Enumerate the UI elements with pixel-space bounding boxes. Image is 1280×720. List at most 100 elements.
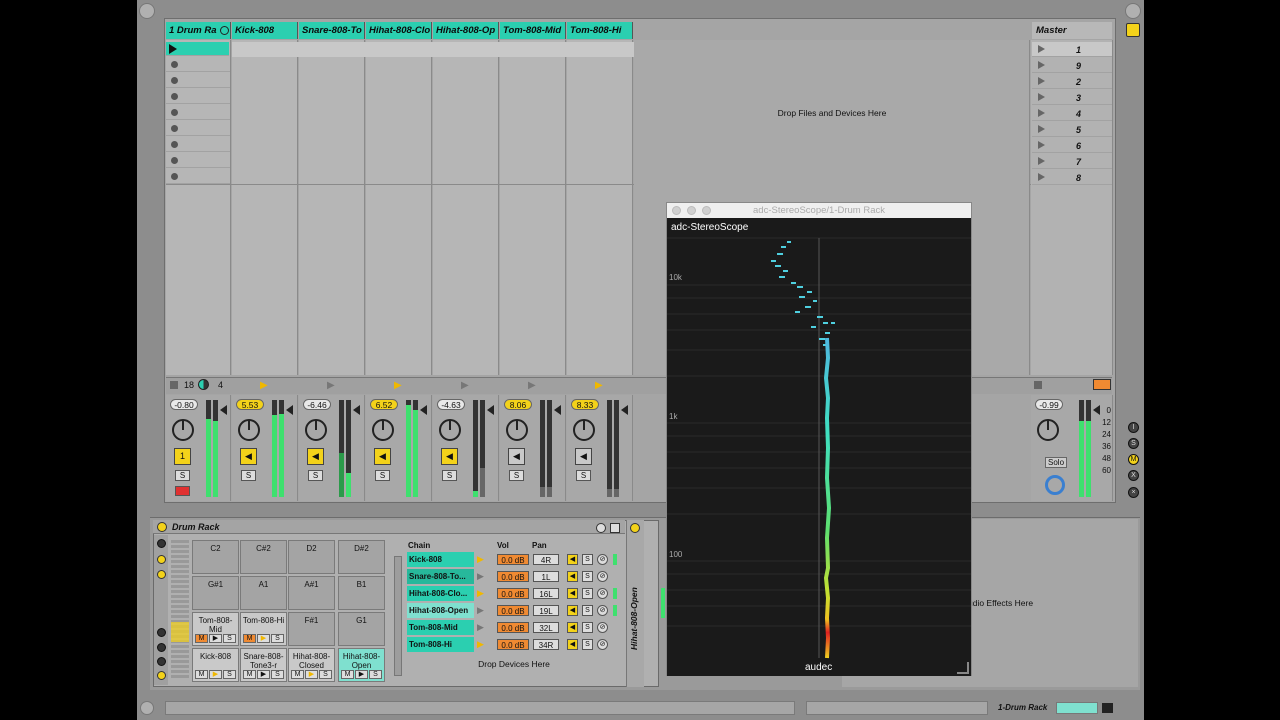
play-button[interactable]: ▶ [355, 670, 368, 679]
pan-knob[interactable] [305, 419, 327, 441]
hotswap-icon[interactable] [610, 523, 620, 533]
io-toggle-icon[interactable]: I [1128, 422, 1139, 433]
mute-button[interactable]: M [291, 670, 304, 679]
chain-hotswap-icon[interactable]: ⊘ [597, 622, 608, 633]
solo-button[interactable]: S [319, 670, 332, 679]
chain-volume[interactable]: 0.0 dB [497, 571, 529, 582]
plugin-window-titlebar[interactable]: adc-StereoScope/1-Drum Rack [667, 203, 971, 218]
chain-solo-button[interactable]: S [582, 588, 593, 599]
volume-field[interactable]: -0.80 [170, 399, 198, 410]
volume-field[interactable]: 5.53 [236, 399, 264, 410]
fold-icon[interactable] [220, 26, 229, 35]
volume-field[interactable]: 6.52 [370, 399, 398, 410]
chain-mute-icon[interactable]: ◀ [567, 605, 578, 616]
fader-handle[interactable] [621, 405, 628, 415]
send-toggle-icon[interactable]: S [1128, 438, 1139, 449]
volume-field[interactable]: -0.99 [1035, 399, 1063, 410]
clip-slot[interactable] [166, 73, 230, 88]
scene-launch[interactable]: 1 [1032, 42, 1112, 57]
return-toggle-icon[interactable]: M [1128, 454, 1139, 465]
pause-icon[interactable] [1126, 23, 1140, 37]
chain-row[interactable]: Kick-808 ▶ 0.0 dB 4R ◀ S ⊘ [407, 552, 629, 567]
detail-toggle-icon[interactable] [1102, 703, 1113, 713]
chain-name[interactable]: Tom-808-Hi [407, 637, 474, 652]
chain-play-icon[interactable]: ▶ [477, 571, 484, 582]
volume-field[interactable]: 8.33 [571, 399, 599, 410]
fader-handle[interactable] [353, 405, 360, 415]
menu-icon[interactable] [1125, 3, 1141, 19]
track-activator-button[interactable]: ◀ [240, 448, 257, 465]
solo-button[interactable]: S [375, 470, 390, 481]
scene-launch[interactable]: 3 [1032, 90, 1112, 105]
track-lane[interactable] [366, 40, 432, 375]
volume-field[interactable]: -4.63 [437, 399, 465, 410]
solo-button[interactable]: S [175, 470, 190, 481]
scene-launch[interactable]: 2 [1032, 74, 1112, 89]
record-icon[interactable] [1093, 379, 1111, 390]
play-button[interactable]: ▶ [209, 670, 222, 679]
chain-power-icon[interactable] [630, 523, 640, 533]
collapse-arrow-icon[interactable] [139, 3, 155, 19]
volume-field[interactable]: 8.06 [504, 399, 532, 410]
show-macro-icon[interactable] [157, 539, 166, 548]
selected-track-name[interactable]: 1-Drum Rack [998, 703, 1047, 712]
play-button[interactable]: ▶ [305, 670, 318, 679]
show-chains-icon[interactable] [157, 570, 166, 579]
chain-pan[interactable]: 1L [533, 571, 559, 582]
drum-pad[interactable]: Hihat-808-Open M ▶ S [338, 648, 385, 682]
fader-handle[interactable] [420, 405, 427, 415]
track-activator-button[interactable]: ◀ [374, 448, 391, 465]
chain-pan[interactable]: 32L [533, 622, 559, 633]
track-activator-button[interactable]: 1 [174, 448, 191, 465]
chain-play-icon[interactable]: ▶ [477, 588, 484, 599]
solo-button[interactable]: S [241, 470, 256, 481]
play-clip-icon[interactable] [169, 44, 177, 54]
chain-row[interactable]: Snare-808-To... ▶ 0.0 dB 1L ◀ S ⊘ [407, 569, 629, 584]
chain-volume[interactable]: 0.0 dB [497, 639, 529, 650]
delay-toggle-icon[interactable]: × [1128, 487, 1139, 498]
track-activator-button[interactable]: ◀ [508, 448, 525, 465]
chain-row[interactable]: Hihat-808-Open ▶ 0.0 dB 19L ◀ S ⊘ [407, 603, 629, 618]
mute-button[interactable]: M [195, 634, 208, 643]
solo-button[interactable]: S [308, 470, 323, 481]
chain-hotswap-icon[interactable]: ⊘ [597, 588, 608, 599]
play-button[interactable]: ▶ [257, 670, 270, 679]
chain-mute-icon[interactable]: ◀ [567, 554, 578, 565]
cue-knob-icon[interactable] [1045, 475, 1065, 495]
chain-name[interactable]: Kick-808 [407, 552, 474, 567]
chain-pan[interactable]: 4R [533, 554, 559, 565]
scene-launch[interactable]: 5 [1032, 122, 1112, 137]
clip-slot[interactable] [166, 89, 230, 104]
play-button[interactable]: ▶ [257, 634, 270, 643]
scene-launch[interactable]: 4 [1032, 106, 1112, 121]
chain-name[interactable]: Hihat-808-Open [407, 603, 474, 618]
solo-button[interactable]: S [442, 470, 457, 481]
solo-button[interactable]: S [223, 670, 236, 679]
nav-left-icon[interactable] [140, 701, 154, 715]
chain-hotswap-icon[interactable]: ⊘ [597, 571, 608, 582]
track-lane[interactable] [567, 40, 633, 375]
pan-knob[interactable] [1037, 419, 1059, 441]
solo-button[interactable]: S [509, 470, 524, 481]
track-header-kick[interactable]: Kick-808 [232, 22, 298, 39]
drum-pad[interactable]: A#1 [288, 576, 335, 610]
fold-circle-icon[interactable] [198, 379, 209, 390]
track-activator-button[interactable]: ◀ [575, 448, 592, 465]
scene-launch[interactable]: 6 [1032, 138, 1112, 153]
scene-launch[interactable]: 8 [1032, 170, 1112, 185]
chain-play-icon[interactable]: ▶ [477, 605, 484, 616]
chain-mute-icon[interactable]: ◀ [567, 639, 578, 650]
show-returns-icon[interactable] [157, 657, 166, 666]
pan-knob[interactable] [573, 419, 595, 441]
chain-name[interactable]: Tom-808-Mid [407, 620, 474, 635]
drum-pad[interactable]: A1 [240, 576, 287, 610]
track-header-tom-hi[interactable]: Tom-808-Hi [567, 22, 633, 39]
track-header-snare[interactable]: Snare-808-To [299, 22, 365, 39]
drum-pad[interactable]: Kick-808 M ▶ S [192, 648, 239, 682]
pan-knob[interactable] [172, 419, 194, 441]
drum-pad[interactable]: Tom-808-Mid M ▶ S [192, 612, 239, 646]
chain-row[interactable]: Tom-808-Hi ▶ 0.0 dB 34R ◀ S ⊘ [407, 637, 629, 652]
pan-knob[interactable] [506, 419, 528, 441]
clip-slot[interactable] [166, 121, 230, 136]
drum-pad[interactable]: B1 [338, 576, 385, 610]
